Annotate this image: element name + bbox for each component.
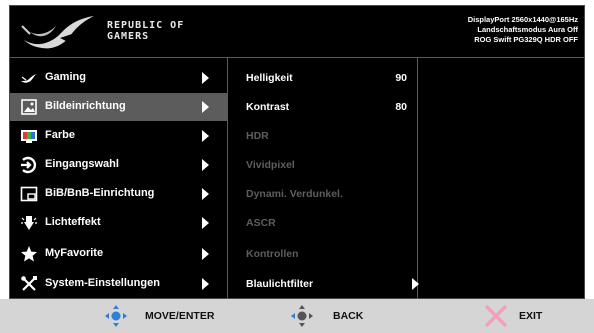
tools-icon <box>21 276 37 291</box>
image-icon <box>21 99 37 115</box>
chevron-right-icon <box>202 130 209 142</box>
sub-menu: Helligkeit 90 Kontrast 80 HDR Vividpixel… <box>228 58 419 299</box>
chevron-right-icon <box>202 101 209 113</box>
joystick-icon <box>105 305 127 327</box>
joystick-back-icon <box>291 305 313 327</box>
menu-item-myfavorite[interactable]: MyFavorite <box>10 240 227 268</box>
chevron-right-icon <box>412 278 419 290</box>
info-model: ROG Swift PG329Q HDR OFF <box>474 35 578 44</box>
osd-key-guide: MOVE/ENTER BACK EXIT <box>0 299 594 333</box>
sub-label: Vividpixel <box>246 159 295 171</box>
chevron-right-icon <box>202 217 209 229</box>
sub-label: Blaulichtfilter <box>246 278 314 290</box>
rog-logo-icon <box>21 16 94 49</box>
sub-item-ascr: ASCR <box>228 209 417 237</box>
sub-item-hdr: HDR <box>228 122 417 150</box>
info-resolution: DisplayPort 2560x1440@165Hz <box>467 15 578 24</box>
exit-label: EXIT <box>519 310 543 322</box>
close-icon <box>485 305 507 327</box>
sub-item-kontrast[interactable]: Kontrast 80 <box>228 93 417 121</box>
rog-eye-icon <box>21 74 36 83</box>
sub-label: Kontrollen <box>246 248 299 260</box>
sub-item-vividpixel: Vividpixel <box>228 151 417 179</box>
main-menu: Gaming Bildeinrichtung Farbe Eingangswah… <box>10 58 228 299</box>
chevron-right-icon <box>202 278 209 290</box>
color-icon <box>21 130 37 143</box>
menu-label: Bildeinrichtung <box>45 100 126 112</box>
menu-label: BiB/BnB-Einrichtung <box>45 187 155 199</box>
menu-item-eingangswahl[interactable]: Eingangswahl <box>10 151 227 179</box>
menu-label: Eingangswahl <box>45 158 119 170</box>
menu-item-bib-bnb[interactable]: BiB/BnB-Einrichtung <box>10 180 227 208</box>
chevron-right-icon <box>202 248 209 260</box>
pip-icon <box>20 186 38 202</box>
light-effect-icon <box>21 216 37 230</box>
sub-item-kontrollen: Kontrollen <box>228 240 417 268</box>
menu-label: MyFavorite <box>45 247 104 259</box>
chevron-right-icon <box>202 159 209 171</box>
chevron-right-icon <box>202 72 209 84</box>
brand-line-2: GAMERS <box>107 31 150 42</box>
menu-item-system[interactable]: System-Einstellungen <box>10 270 227 298</box>
sub-label: Kontrast <box>246 101 290 113</box>
menu-label: Lichteffekt <box>45 216 101 228</box>
osd-menu: REPUBLIC OF GAMERS DisplayPort 2560x1440… <box>9 5 585 299</box>
osd-header: REPUBLIC OF GAMERS DisplayPort 2560x1440… <box>10 6 584 58</box>
brand-line-1: REPUBLIC OF <box>107 20 185 31</box>
sub-item-dynami-verdunkel: Dynami. Verdunkel. <box>228 180 417 208</box>
brand-name: REPUBLIC OF GAMERS <box>107 20 184 42</box>
sub-value: 90 <box>395 72 407 84</box>
monitor-info: DisplayPort 2560x1440@165Hz Landschaftsm… <box>468 15 578 45</box>
sub-item-helligkeit[interactable]: Helligkeit 90 <box>228 64 417 92</box>
menu-label: Gaming <box>45 71 86 83</box>
chevron-right-icon <box>202 188 209 200</box>
back-label: BACK <box>333 310 364 322</box>
sub-label: Dynami. Verdunkel. <box>246 188 343 200</box>
menu-item-farbe[interactable]: Farbe <box>10 122 227 150</box>
menu-item-bildeinrichtung[interactable]: Bildeinrichtung <box>10 93 227 121</box>
menu-label: System-Einstellungen <box>45 277 160 289</box>
star-icon <box>21 246 37 262</box>
sub-label: Helligkeit <box>246 72 293 84</box>
sub-item-blaulichtfilter[interactable]: Blaulichtfilter <box>228 270 419 298</box>
sub-value: 80 <box>395 101 407 113</box>
sub-label: HDR <box>246 130 269 142</box>
info-mode: Landschaftsmodus Aura Off <box>477 25 578 34</box>
menu-label: Farbe <box>45 129 75 141</box>
input-icon <box>21 156 37 174</box>
menu-item-lichteffekt[interactable]: Lichteffekt <box>10 209 227 237</box>
sub-label: ASCR <box>246 217 276 229</box>
menu-item-gaming[interactable]: Gaming <box>10 64 227 92</box>
move-enter-label: MOVE/ENTER <box>145 310 215 322</box>
